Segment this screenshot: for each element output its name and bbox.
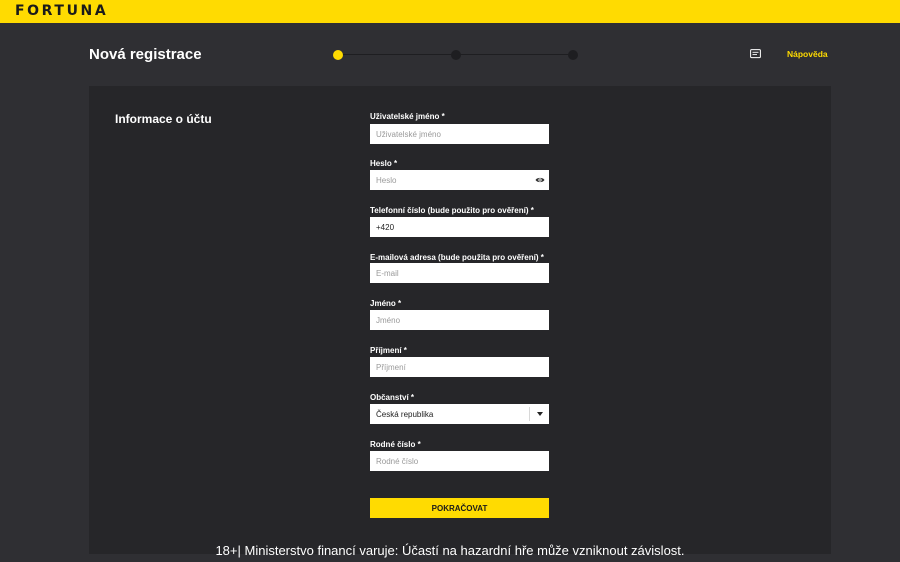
- citizenship-label: Občanství *: [370, 393, 415, 402]
- step-2-dot: [451, 50, 461, 60]
- page-title: Nová registrace: [89, 46, 202, 63]
- password-input[interactable]: [370, 170, 549, 190]
- select-divider: [529, 407, 530, 421]
- gambling-warning: 18+| Ministerstvo financí varuje: Účastí…: [215, 543, 685, 558]
- username-label: Uživatelské jméno *: [370, 112, 445, 121]
- last-name-input[interactable]: [370, 357, 549, 377]
- citizenship-value: Česká republika: [376, 410, 434, 419]
- chevron-down-icon: [537, 412, 543, 416]
- fortuna-logo[interactable]: FORTUNA: [15, 3, 108, 19]
- first-name-label: Jméno *: [370, 299, 402, 308]
- phone-input[interactable]: [370, 217, 549, 237]
- phone-label: Telefonní číslo (bude použito pro ověřen…: [370, 206, 534, 215]
- step-1-dot: [333, 50, 343, 60]
- password-label: Heslo *: [370, 159, 398, 168]
- username-input[interactable]: [370, 124, 549, 144]
- top-bar: FORTUNA: [0, 0, 900, 23]
- citizenship-select[interactable]: Česká republika: [370, 404, 549, 424]
- email-label: E-mailová adresa (bude použita pro ověře…: [370, 253, 544, 262]
- section-title: Informace o účtu: [115, 112, 212, 126]
- step-3-dot: [568, 50, 578, 60]
- first-name-input[interactable]: [370, 310, 549, 330]
- email-input[interactable]: [370, 263, 549, 283]
- help-link[interactable]: Nápověda: [787, 49, 828, 59]
- last-name-label: Příjmení *: [370, 346, 407, 355]
- chat-icon[interactable]: [750, 49, 761, 59]
- birth-number-input[interactable]: [370, 451, 549, 471]
- progress-stepper: [333, 49, 579, 61]
- eye-icon[interactable]: [535, 175, 545, 185]
- birth-number-label: Rodné číslo *: [370, 440, 421, 449]
- continue-button[interactable]: POKRAČOVAT: [370, 498, 549, 518]
